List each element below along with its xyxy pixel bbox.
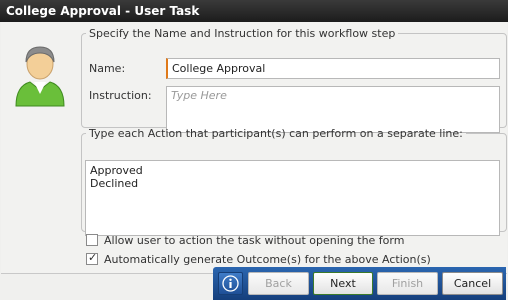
allow-action-label: Allow user to action the task without op…: [104, 233, 405, 247]
instruction-label: Instruction:: [89, 89, 152, 102]
actions-legend: Type each Action that participant(s) can…: [89, 127, 463, 140]
allow-action-option[interactable]: Allow user to action the task without op…: [86, 233, 404, 247]
help-button[interactable]: [218, 272, 243, 295]
allow-action-checkbox[interactable]: [86, 234, 98, 246]
auto-outcome-label: Automatically generate Outcome(s) for th…: [104, 252, 431, 266]
step-details-group: Specify the Name and Instruction for thi…: [81, 27, 507, 133]
user-avatar-icon: [15, 46, 65, 107]
finish-button[interactable]: Finish: [377, 272, 438, 295]
next-button[interactable]: Next: [313, 272, 373, 295]
actions-group: Type each Action that participant(s) can…: [81, 127, 507, 236]
step-details-legend: Specify the Name and Instruction for thi…: [89, 27, 396, 40]
back-button[interactable]: Back: [248, 272, 309, 295]
auto-outcome-option[interactable]: ✓ Automatically generate Outcome(s) for …: [86, 251, 431, 266]
actions-field[interactable]: Approved Declined: [85, 160, 500, 236]
name-label: Name:: [89, 62, 126, 75]
cancel-button[interactable]: Cancel: [442, 272, 503, 295]
name-field[interactable]: [166, 58, 500, 79]
info-icon: [222, 275, 239, 292]
auto-outcome-checkbox[interactable]: ✓: [86, 251, 98, 265]
window-title: College Approval - User Task: [0, 0, 508, 22]
instruction-field[interactable]: [166, 86, 500, 133]
checkmark-icon: ✓: [88, 251, 98, 264]
